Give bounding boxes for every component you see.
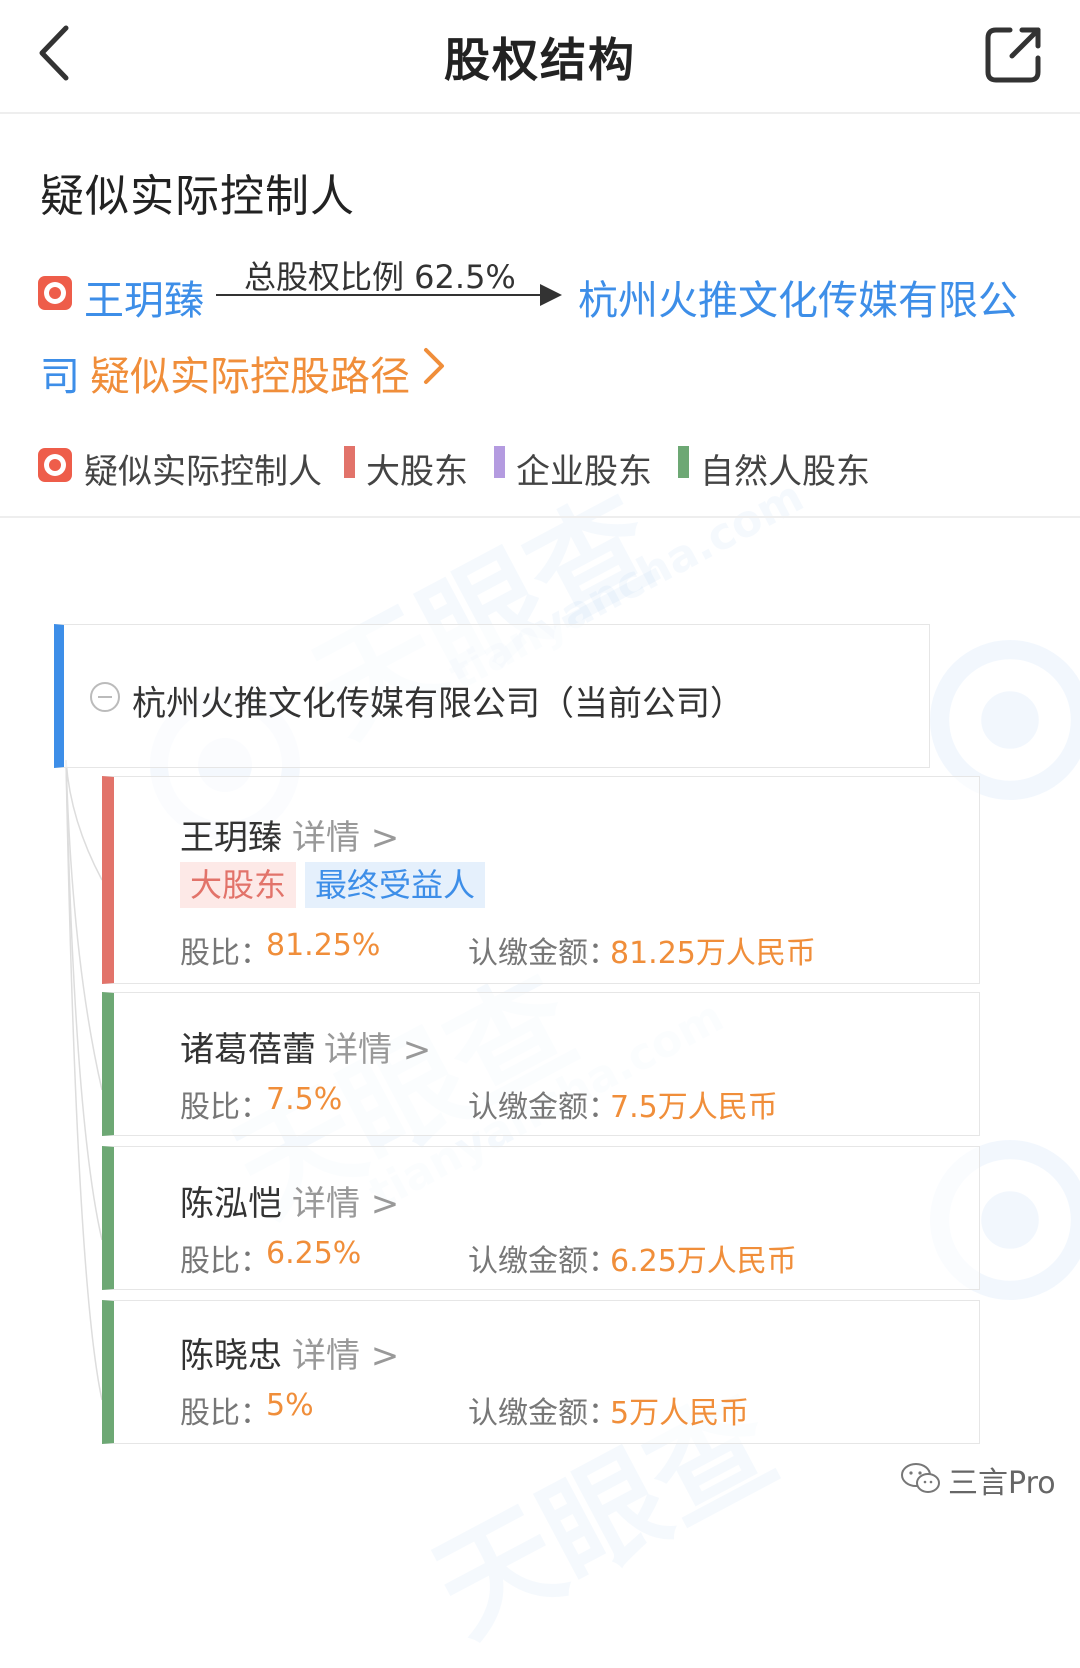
legend-natural-person-shareholder: 自然人股东 [700, 452, 870, 492]
share-ratio-label: 股比： [180, 1090, 270, 1125]
legend-major-swatch [344, 446, 355, 478]
shareholder-detail-link[interactable]: 详情 > [292, 810, 399, 859]
share-ratio-label: 股比： [180, 936, 270, 971]
share-ratio-label: 股比： [180, 1396, 270, 1431]
controller-icon [38, 276, 72, 310]
share-ratio-label: 股比： [180, 1244, 270, 1279]
subscribed-amount-value: 5万人民币 [610, 1396, 750, 1431]
section-divider [0, 516, 1080, 518]
legend-controller: 疑似实际控制人 [84, 452, 322, 492]
wechat-icon [901, 1463, 940, 1493]
major-shareholder-badge: 大股东 [180, 862, 297, 908]
shareholder-name: 王玥臻 [180, 818, 282, 858]
subscribed-amount-label: 认缴金额： [468, 1244, 618, 1279]
current-company-name: 杭州火推文化传媒有限公司（当前公司） [132, 684, 744, 724]
legend-enterprise-swatch [494, 446, 505, 478]
subscribed-amount-label: 认缴金额： [468, 936, 618, 971]
company-link[interactable]: 杭州火推文化传媒有限公 [578, 268, 1018, 326]
chevron-right-icon[interactable] [418, 346, 448, 386]
subscribed-amount-value: 81.25万人民币 [610, 936, 816, 971]
controller-person-link[interactable]: 王玥臻 [84, 268, 204, 326]
share-ratio-value: 7.5% [266, 1082, 343, 1117]
total-ratio-label: 总股权比例 62.5% [244, 258, 516, 296]
shareholder-name: 诸葛蓓蕾 [180, 1030, 316, 1070]
navigation-bar: 股权结构 [0, 0, 1080, 114]
legend-enterprise-shareholder: 企业股东 [516, 452, 652, 492]
shareholder-name: 陈泓恺 [180, 1184, 282, 1224]
subscribed-amount-value: 6.25万人民币 [610, 1244, 797, 1279]
arrow-line [216, 294, 544, 296]
shareholder-detail-link[interactable]: 详情 > [292, 1176, 399, 1225]
shareholder-detail-link[interactable]: 详情 > [324, 1022, 431, 1071]
subscribed-amount-label: 认缴金额： [468, 1090, 618, 1125]
share-ratio-value: 6.25% [266, 1236, 362, 1271]
legend-controller-icon [38, 448, 72, 482]
legend-natural-person-swatch [678, 446, 689, 478]
arrow-right-icon [540, 284, 562, 306]
collapse-icon[interactable] [90, 682, 120, 712]
shareholder-detail-link[interactable]: 详情 > [292, 1328, 399, 1377]
share-ratio-value: 5% [266, 1388, 314, 1423]
ultimate-beneficiary-badge: 最终受益人 [305, 862, 486, 908]
company-link-continued[interactable]: 司 [40, 344, 80, 402]
section-title: 疑似实际控制人 [40, 171, 355, 222]
shareholder-name: 陈晓忠 [180, 1336, 282, 1376]
share-button[interactable] [982, 22, 1046, 86]
page-title: 股权结构 [444, 33, 636, 87]
legend-major-shareholder: 大股东 [366, 452, 468, 492]
subscribed-amount-value: 7.5万人民币 [610, 1090, 778, 1125]
control-path-link[interactable]: 疑似实际控股路径 [90, 344, 410, 402]
share-ratio-value: 81.25% [266, 928, 381, 963]
subscribed-amount-label: 认缴金额： [468, 1396, 618, 1431]
footer-brand: 三言Pro [948, 1466, 1056, 1501]
